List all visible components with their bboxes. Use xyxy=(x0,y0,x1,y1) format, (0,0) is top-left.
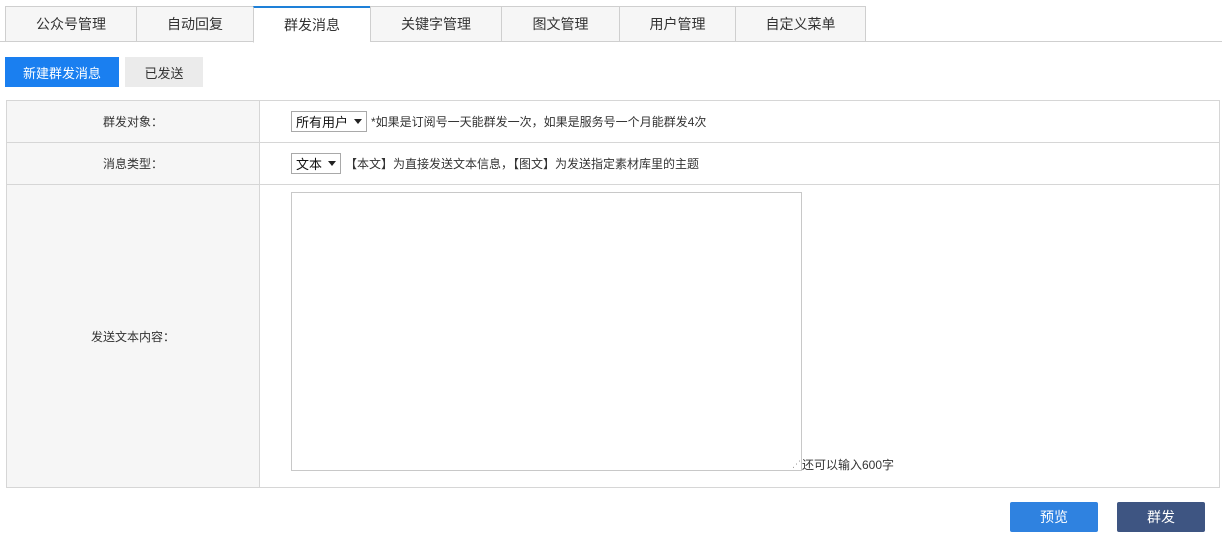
type-select[interactable]: 文本 xyxy=(291,153,342,174)
sent-messages-button[interactable]: 已发送 xyxy=(125,57,203,87)
tab-custom-menu[interactable]: 自定义菜单 xyxy=(735,6,866,42)
tab-user-management[interactable]: 用户管理 xyxy=(619,6,735,42)
content-row: 发送文本内容： ⋰ 还可以输入600字 xyxy=(7,185,1219,487)
type-value: 文本 【本文】为直接发送文本信息，【图文】为发送指定素材库里的主题 xyxy=(291,143,699,184)
tab-account-management[interactable]: 公众号管理 xyxy=(5,6,136,42)
tab-mass-message[interactable]: 群发消息 xyxy=(253,6,370,43)
target-row: 群发对象： 所有用户 *如果是订阅号一天能群发一次，如果是服务号一个月能群发4次 xyxy=(7,101,1219,143)
char-counter: 还可以输入600字 xyxy=(802,458,895,472)
type-select-value: 文本 xyxy=(296,157,323,172)
mass-message-form: 群发对象： 所有用户 *如果是订阅号一天能群发一次，如果是服务号一个月能群发4次… xyxy=(6,100,1220,488)
type-row: 消息类型： 文本 【本文】为直接发送文本信息，【图文】为发送指定素材库里的主题 xyxy=(7,143,1219,185)
target-value: 所有用户 *如果是订阅号一天能群发一次，如果是服务号一个月能群发4次 xyxy=(291,101,706,142)
send-button[interactable]: 群发 xyxy=(1117,502,1205,532)
target-select-value: 所有用户 xyxy=(296,115,349,130)
chevron-down-icon xyxy=(328,161,337,166)
new-mass-message-button[interactable]: 新建群发消息 xyxy=(5,57,119,87)
content-textarea[interactable] xyxy=(291,192,802,471)
tab-keyword-management[interactable]: 关键字管理 xyxy=(370,6,501,42)
content-label: 发送文本内容： xyxy=(7,185,260,487)
resize-grip-icon[interactable]: ⋰ xyxy=(792,460,801,469)
type-label: 消息类型： xyxy=(7,143,260,184)
tab-bar: 公众号管理 自动回复 群发消息 关键字管理 图文管理 用户管理 自定义菜单 xyxy=(5,6,866,43)
tab-article-management[interactable]: 图文管理 xyxy=(501,6,619,42)
type-hint: 【本文】为直接发送文本信息，【图文】为发送指定素材库里的主题 xyxy=(345,157,700,171)
preview-button[interactable]: 预览 xyxy=(1010,502,1098,532)
tab-auto-reply[interactable]: 自动回复 xyxy=(136,6,253,42)
target-hint: *如果是订阅号一天能群发一次，如果是服务号一个月能群发4次 xyxy=(371,115,707,129)
chevron-down-icon xyxy=(354,119,363,124)
target-label: 群发对象： xyxy=(7,101,260,142)
target-select[interactable]: 所有用户 xyxy=(291,111,368,132)
